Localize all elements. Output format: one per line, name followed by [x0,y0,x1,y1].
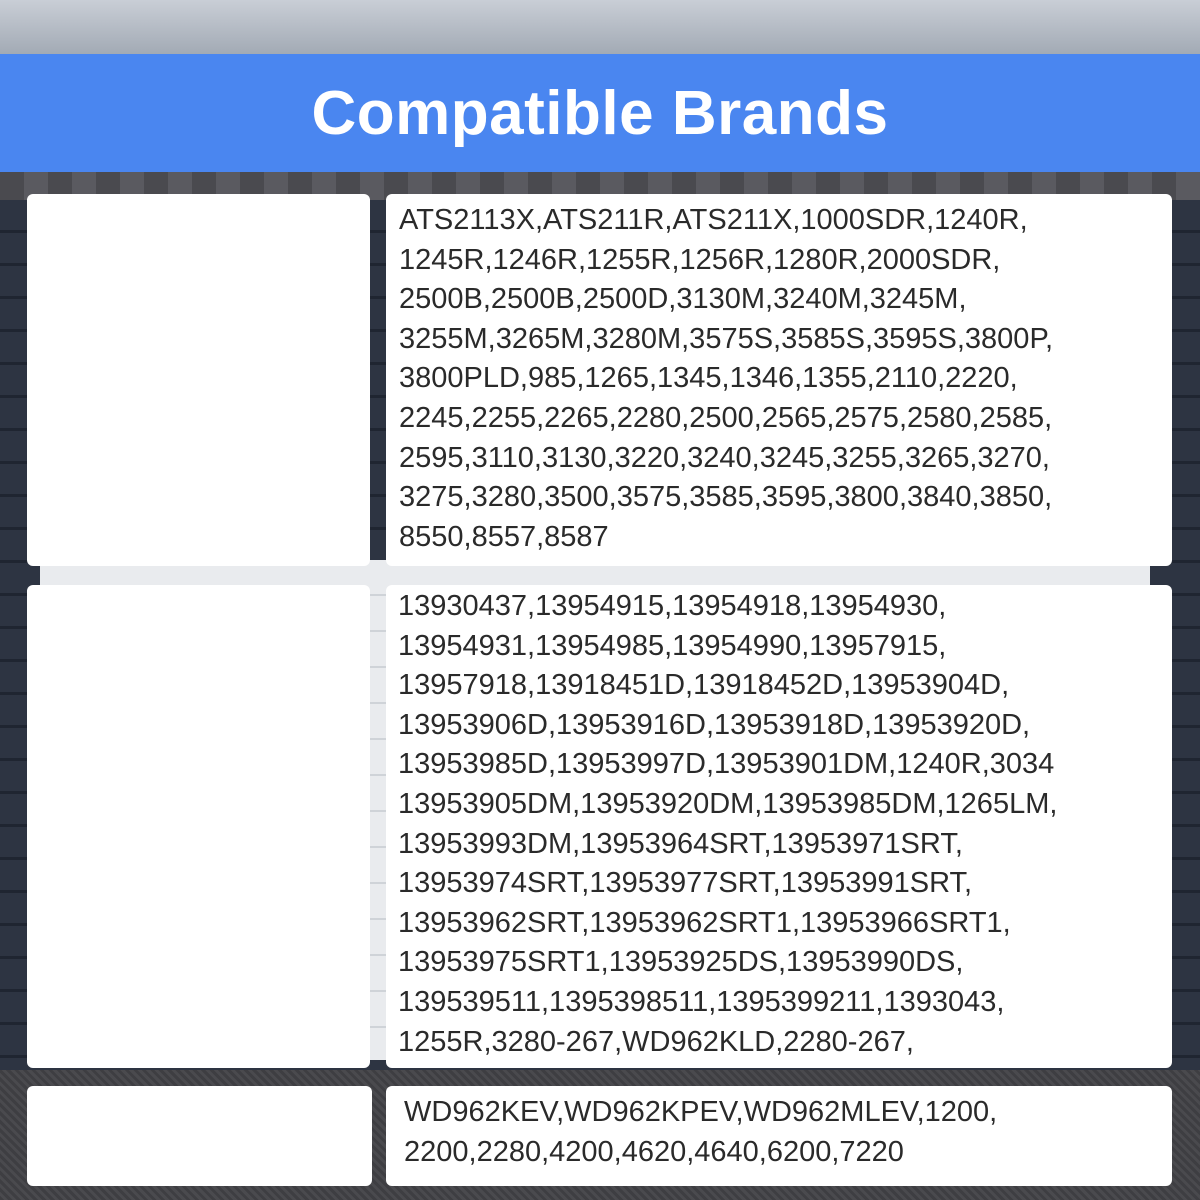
title-banner: Compatible Brands [0,54,1200,172]
model-list-panel-1: ATS2113X,ATS211R,ATS211X,1000SDR,1240R, … [386,194,1172,566]
model-list-text-1: ATS2113X,ATS211R,ATS211X,1000SDR,1240R, … [399,204,1054,553]
brand-logo-panel-3 [27,1086,372,1186]
model-list-panel-2: 13930437,13954915,13954918,13954930, 139… [386,585,1172,1068]
sky [0,0,1200,60]
model-list-text-2: 13930437,13954915,13954918,13954930, 139… [398,590,1058,1058]
page-title: Compatible Brands [311,78,889,148]
model-list-panel-3: WD962KEV,WD962KPEV,WD962MLEV,1200, 2200,… [386,1086,1172,1186]
brand-logo-panel-2 [27,585,370,1068]
brand-logo-panel-1 [27,194,370,566]
model-list-text-3: WD962KEV,WD962KPEV,WD962MLEV,1200, 2200,… [404,1096,998,1168]
